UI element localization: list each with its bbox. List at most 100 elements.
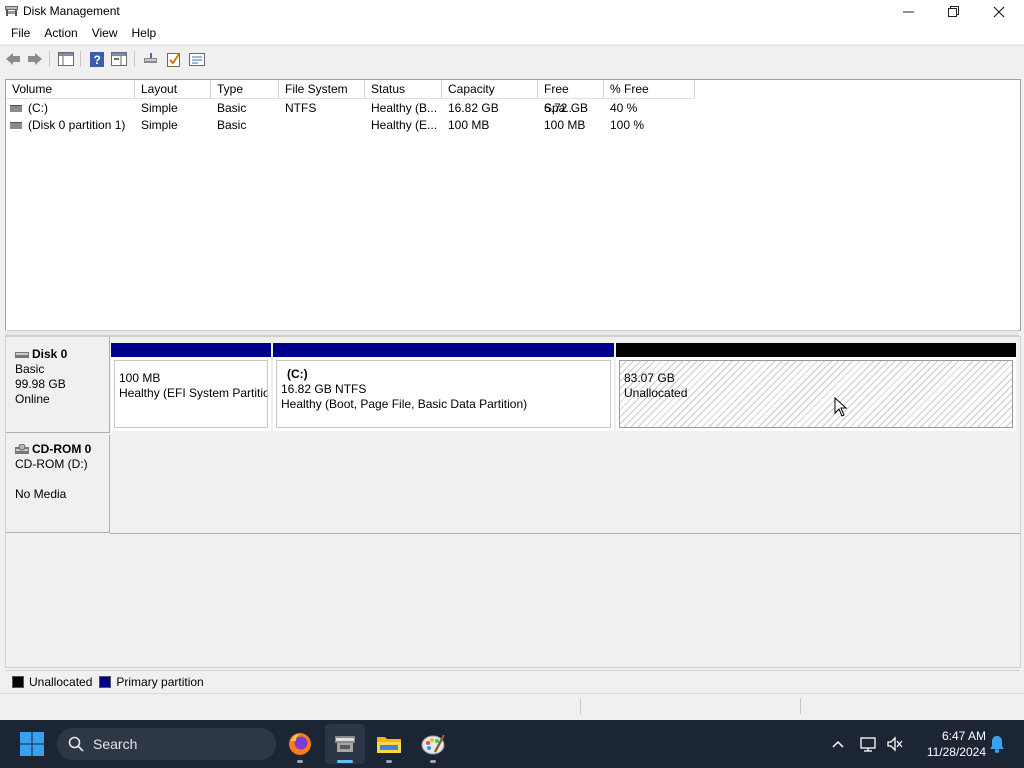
column-header-capacity[interactable]: Capacity bbox=[442, 80, 538, 99]
disk-management-taskbar-icon bbox=[335, 736, 355, 752]
partition-description: Healthy (Boot, Page File, Basic Data Par… bbox=[281, 397, 528, 411]
cell-layout: Simple bbox=[141, 101, 178, 115]
clock-time: 6:47 AM bbox=[941, 729, 986, 743]
cdrom-0-name: CD-ROM 0 bbox=[32, 442, 92, 456]
minimize-button[interactable] bbox=[885, 0, 931, 23]
help-icon: ? bbox=[90, 51, 104, 67]
disk-0-state: Online bbox=[15, 392, 50, 406]
help-button[interactable]: ? bbox=[87, 50, 107, 68]
menu-file[interactable]: File bbox=[4, 23, 37, 44]
menu-help[interactable]: Help bbox=[125, 23, 164, 44]
unallocated-body: 83.07 GB Unallocated bbox=[619, 360, 1013, 428]
firefox-icon bbox=[289, 733, 311, 755]
speaker-muted-icon bbox=[887, 736, 903, 752]
partition-name: (C:) bbox=[287, 367, 308, 381]
cell-free-space: 6.72 GB bbox=[544, 101, 589, 115]
column-header-type[interactable]: Type bbox=[211, 80, 279, 99]
system-clock[interactable]: 6:47 AM 11/28/2024 bbox=[914, 728, 986, 760]
legend-swatch-primary bbox=[99, 675, 112, 688]
cell-capacity: 100 MB bbox=[448, 118, 490, 132]
back-button[interactable] bbox=[3, 50, 23, 68]
partition-size: 83.07 GB bbox=[624, 371, 675, 385]
show-hide-console-tree-button[interactable] bbox=[56, 50, 76, 68]
notifications-button[interactable] bbox=[985, 732, 1009, 756]
cdrom-0-label[interactable]: CD-ROM 0 CD-ROM (D:) No Media bbox=[6, 435, 110, 533]
partition-bar bbox=[616, 343, 1016, 357]
status-segment bbox=[800, 698, 1021, 714]
taskbar-disk-management[interactable] bbox=[325, 724, 365, 764]
console-tree-icon bbox=[58, 52, 74, 66]
restore-icon bbox=[947, 6, 959, 17]
status-bar bbox=[0, 693, 1024, 718]
partition-unallocated[interactable]: 83.07 GB Unallocated bbox=[616, 343, 1016, 431]
partition-description: Healthy (EFI System Partitio bbox=[119, 386, 267, 400]
folder-icon bbox=[377, 737, 401, 753]
column-header-free-space[interactable]: Free Spa... bbox=[538, 80, 604, 115]
svg-text:?: ? bbox=[94, 53, 101, 67]
checklist-icon bbox=[167, 52, 180, 67]
column-header-file-system[interactable]: File System bbox=[279, 80, 365, 99]
partition-efi[interactable]: 100 MB Healthy (EFI System Partitio bbox=[111, 343, 271, 431]
menu-action[interactable]: Action bbox=[37, 23, 84, 44]
network-icon bbox=[860, 737, 876, 752]
legend-label-primary: Primary partition bbox=[116, 674, 204, 689]
menu-view[interactable]: View bbox=[85, 23, 125, 44]
disk-0-size: 99.98 GB bbox=[15, 377, 66, 391]
restore-button[interactable] bbox=[930, 0, 976, 23]
taskbar-firefox[interactable] bbox=[280, 724, 320, 764]
title-bar: Disk Management bbox=[0, 0, 1024, 23]
forward-arrow-icon bbox=[28, 53, 42, 65]
taskbar-file-explorer[interactable] bbox=[369, 724, 409, 764]
properties-button[interactable] bbox=[164, 50, 184, 68]
partition-description: Unallocated bbox=[624, 386, 688, 400]
taskbar-paint[interactable] bbox=[413, 724, 453, 764]
cd-rom-drive-icon bbox=[15, 443, 29, 454]
column-header-percent-free[interactable]: % Free bbox=[604, 80, 695, 99]
search-placeholder: Search bbox=[93, 736, 138, 752]
taskbar-search[interactable]: Search bbox=[57, 728, 276, 760]
show-hide-action-pane-button[interactable] bbox=[109, 50, 129, 68]
disk-connect-icon bbox=[144, 53, 157, 63]
start-button[interactable] bbox=[12, 724, 52, 764]
toolbar-separator bbox=[49, 51, 50, 67]
column-header-status[interactable]: Status bbox=[365, 80, 442, 99]
legend-swatch-unallocated bbox=[12, 675, 24, 688]
column-header-layout[interactable]: Layout bbox=[135, 80, 211, 99]
disk-0-label[interactable]: Disk 0 Basic 99.98 GB Online bbox=[6, 337, 110, 433]
close-button[interactable] bbox=[976, 0, 1022, 23]
volume-tray-button[interactable] bbox=[883, 732, 907, 756]
running-indicator bbox=[297, 760, 303, 763]
disk-management-app-icon bbox=[5, 6, 18, 16]
column-header-volume[interactable]: Volume bbox=[6, 80, 135, 99]
toolbar-separator bbox=[80, 51, 81, 67]
connect-disk-button[interactable] bbox=[141, 50, 161, 68]
status-segment bbox=[580, 698, 801, 714]
clock-date: 11/28/2024 bbox=[926, 745, 986, 759]
partition-efi-body: 100 MB Healthy (EFI System Partitio bbox=[114, 360, 268, 428]
bell-icon bbox=[990, 736, 1004, 753]
cell-type: Basic bbox=[217, 118, 247, 132]
forward-button[interactable] bbox=[25, 50, 45, 68]
partition-bar bbox=[111, 343, 271, 357]
table-row[interactable]: (Disk 0 partition 1) Simple Basic Health… bbox=[6, 117, 1018, 134]
volume-list[interactable]: Volume Layout Type File System Status Ca… bbox=[5, 79, 1021, 331]
list-view-icon bbox=[189, 52, 205, 66]
partition-c-body: (C:) 16.82 GB NTFS Healthy (Boot, Page F… bbox=[276, 360, 611, 428]
running-indicator bbox=[430, 760, 436, 763]
disk-0-name: Disk 0 bbox=[32, 347, 68, 361]
network-tray-button[interactable] bbox=[857, 732, 881, 756]
cell-status: Healthy (B... bbox=[371, 101, 438, 115]
cell-file-system: NTFS bbox=[285, 101, 317, 115]
volume-icon bbox=[10, 122, 22, 129]
partition-c[interactable]: (C:) 16.82 GB NTFS Healthy (Boot, Page F… bbox=[273, 343, 614, 431]
settings-view-button[interactable] bbox=[187, 50, 207, 68]
mouse-pointer-icon bbox=[834, 397, 848, 417]
running-indicator bbox=[337, 760, 353, 763]
table-row[interactable]: (C:) Simple Basic NTFS Healthy (B... 16.… bbox=[6, 100, 1018, 117]
show-hidden-icons-button[interactable] bbox=[826, 732, 850, 756]
partition-size: 100 MB bbox=[119, 371, 161, 385]
legend-label-unallocated: Unallocated bbox=[29, 674, 93, 689]
search-icon bbox=[68, 736, 84, 752]
cell-volume: (Disk 0 partition 1) bbox=[28, 118, 126, 132]
